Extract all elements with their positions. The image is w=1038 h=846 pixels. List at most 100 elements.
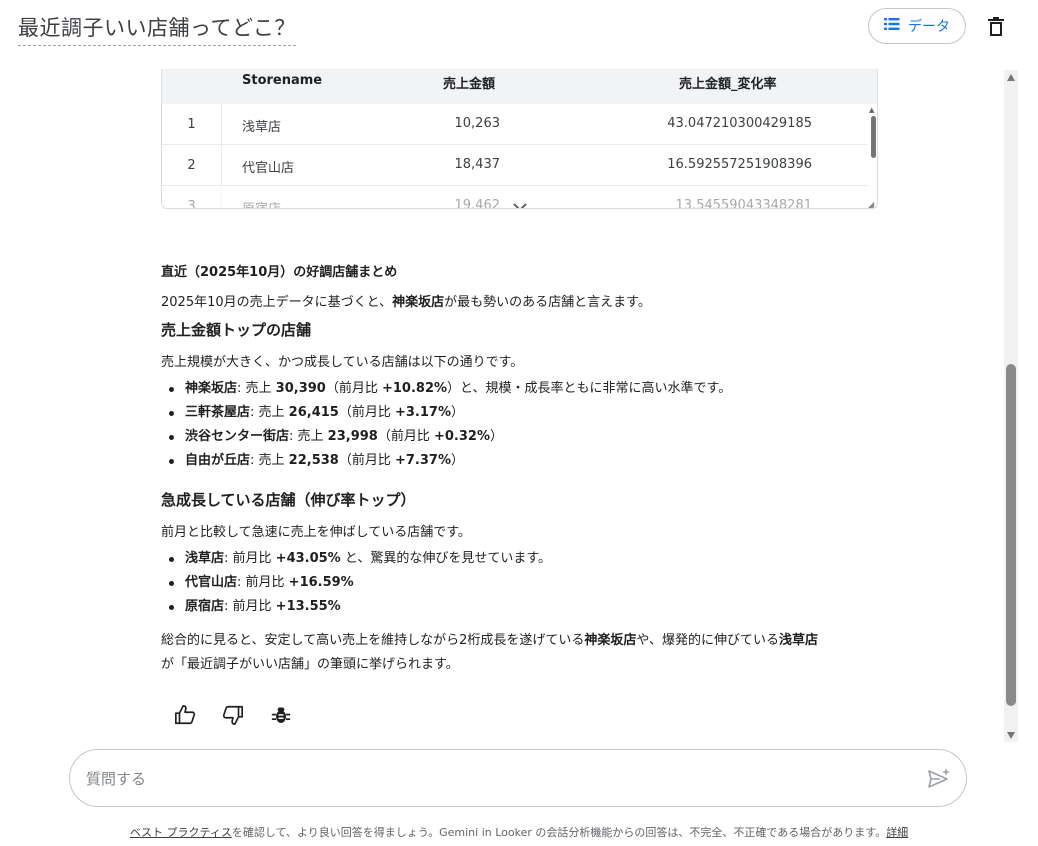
scroll-down-arrow-icon[interactable]	[1007, 732, 1015, 739]
bug-icon[interactable]	[268, 702, 294, 728]
store-name: 三軒茶屋店	[185, 405, 251, 420]
footer-text: を確認して、より良い回答を得ましょう。Gemini in Looker の会話分…	[231, 826, 887, 839]
sales-amount: 22,538	[288, 453, 339, 468]
section-desc-fast-growth: 前月と比較して急速に売上を伸ばしている店舗です。	[161, 525, 471, 540]
row-index: 3	[162, 186, 222, 208]
table-row: 1 浅草店 10,263 43.047210300429185	[162, 104, 868, 145]
conclusion-line-2: が「最近調子がいい店舗」の筆頭に挙げられます。	[161, 657, 459, 672]
top-sales-list: 神楽坂店: 売上 30,390（前月比 +10.82%）と、規模・成長率ともに非…	[161, 377, 731, 473]
cell-sales: 18,437	[454, 157, 501, 172]
table-header: Storename 売上金額 売上金額_変化率	[162, 69, 877, 104]
question-input[interactable]	[86, 762, 906, 796]
header: 最近調子いい店舗ってどこ？ データ	[0, 0, 1038, 56]
section-desc-top-sales: 売上規模が大きく、かつ成長している店舗は以下の通りです。	[161, 355, 524, 370]
row-index: 2	[162, 145, 222, 186]
item-text: : 売上	[250, 453, 289, 468]
question-input-box	[69, 749, 967, 807]
details-link[interactable]: 詳細	[886, 826, 908, 839]
conclusion-line-1: 総合的に見ると、安定して高い売上を維持しながら2桁成長を遂げている神楽坂店や、爆…	[161, 629, 818, 648]
data-table: Storename 売上金額 売上金額_変化率 1 浅草店 10,263 43.…	[161, 69, 878, 209]
item-text: : 売上	[237, 381, 276, 396]
sales-amount: 23,998	[327, 429, 378, 444]
item-text: （前月比	[377, 429, 434, 444]
item-text: ）	[450, 405, 464, 420]
table-scroll-up-icon[interactable]: ▲	[869, 106, 874, 114]
table-scrollbar-thumb[interactable]	[871, 116, 876, 158]
list-item: 渋谷センター街店: 売上 23,998（前月比 +0.32%）	[161, 425, 731, 449]
page-scrollbar[interactable]	[1004, 70, 1018, 742]
cell-storename: 原宿店	[242, 198, 281, 208]
store-name: 自由が丘店	[185, 453, 251, 468]
conclusion-text: 総合的に見ると、安定して高い売上を維持しながら2桁成長を遂げている	[161, 633, 585, 648]
growth-rate: +7.37%	[394, 453, 451, 468]
item-text: （前月比	[338, 405, 395, 420]
list-item: 三軒茶屋店: 売上 26,415（前月比 +3.17%）	[161, 401, 731, 425]
chevron-down-icon[interactable]	[512, 197, 528, 208]
conclusion-highlight: 浅草店	[779, 633, 819, 648]
send-sparkle-icon[interactable]	[927, 767, 951, 791]
growth-rate: +43.05%	[275, 551, 341, 566]
item-text: （前月比	[338, 453, 395, 468]
intro-text-end: が最も勢いのある店舗と言えます。	[444, 295, 651, 310]
store-name: 渋谷センター街店	[185, 429, 290, 444]
list-item: 浅草店: 前月比 +43.05% と、驚異的な伸びを見せています。	[161, 547, 551, 571]
growth-rate: +3.17%	[394, 405, 451, 420]
trash-icon[interactable]	[984, 14, 1008, 38]
column-header-sales[interactable]: 売上金額	[443, 73, 495, 92]
store-name: 原宿店	[185, 599, 225, 614]
item-text: : 前月比	[224, 551, 276, 566]
growth-rate: +16.59%	[288, 575, 354, 590]
item-text: ）	[450, 453, 464, 468]
growth-rate: +13.55%	[275, 599, 341, 614]
section-title-fast-growth: 急成長している店舗（伸び率トップ）	[161, 491, 416, 509]
list-item: 神楽坂店: 売上 30,390（前月比 +10.82%）と、規模・成長率ともに非…	[161, 377, 731, 401]
conclusion-highlight: 神楽坂店	[584, 633, 637, 648]
list-item: 代官山店: 前月比 +16.59%	[161, 571, 551, 595]
cell-rate: 43.047210300429185	[667, 116, 812, 131]
page-title[interactable]: 最近調子いい店舗ってどこ？	[18, 12, 296, 46]
item-text: ）	[489, 429, 503, 444]
footer-disclaimer: ベスト プラクティスを確認して、より良い回答を得ましょう。Gemini in L…	[0, 824, 1038, 840]
store-name: 代官山店	[185, 575, 238, 590]
list-item: 自由が丘店: 売上 22,538（前月比 +7.37%）	[161, 449, 731, 473]
item-text: と、驚異的な伸びを見せています。	[340, 551, 552, 566]
best-practices-link[interactable]: ベスト プラクティス	[130, 826, 232, 839]
answer-intro: 2025年10月の売上データに基づくと、神楽坂店が最も勢いのある店舗と言えます。	[161, 291, 651, 310]
store-name: 浅草店	[185, 551, 225, 566]
store-name: 神楽坂店	[185, 381, 238, 396]
item-text: : 売上	[289, 429, 328, 444]
thumbs-up-icon[interactable]	[172, 702, 198, 728]
table-row: 2 代官山店 18,437 16.592557251908396	[162, 145, 868, 186]
cell-sales: 19,462	[454, 198, 501, 209]
list-icon	[884, 17, 900, 35]
list-item: 原宿店: 前月比 +13.55%	[161, 595, 551, 619]
answer-heading: 直近（2025年10月）の好調店舗まとめ	[161, 265, 398, 280]
item-text: : 売上	[250, 405, 289, 420]
sales-amount: 26,415	[288, 405, 339, 420]
cell-storename: 代官山店	[242, 161, 295, 176]
growth-rate: +0.32%	[433, 429, 490, 444]
item-text: : 前月比	[237, 575, 289, 590]
conversation-area: Storename 売上金額 売上金額_変化率 1 浅草店 10,263 43.…	[0, 56, 1004, 746]
sales-amount: 30,390	[275, 381, 326, 396]
column-header-sales-rate[interactable]: 売上金額_変化率	[679, 73, 777, 92]
cell-sales: 10,263	[454, 116, 501, 131]
scrollbar-thumb[interactable]	[1006, 364, 1016, 706]
row-index: 1	[162, 104, 222, 145]
item-text: （前月比	[325, 381, 382, 396]
resize-handle-icon[interactable]: ◢	[868, 200, 874, 208]
cell-rate: 13.54559043348281	[675, 198, 812, 209]
item-text: ）と、規模・成長率ともに非常に高い水準です。	[447, 381, 732, 396]
cell-storename: 浅草店	[242, 120, 282, 135]
column-header-storename[interactable]: Storename	[242, 73, 322, 88]
fast-growth-list: 浅草店: 前月比 +43.05% と、驚異的な伸びを見せています。 代官山店: …	[161, 547, 551, 619]
item-text: : 前月比	[224, 599, 276, 614]
thumbs-down-icon[interactable]	[220, 702, 246, 728]
conclusion-text: や、爆発的に伸びている	[636, 633, 780, 648]
scroll-up-arrow-icon[interactable]	[1007, 74, 1015, 81]
data-button[interactable]: データ	[868, 8, 966, 44]
data-button-label: データ	[908, 19, 950, 35]
cell-rate: 16.592557251908396	[667, 157, 812, 172]
section-title-top-sales: 売上金額トップの店舗	[161, 321, 312, 339]
intro-text: 2025年10月の売上データに基づくと、	[161, 295, 393, 310]
